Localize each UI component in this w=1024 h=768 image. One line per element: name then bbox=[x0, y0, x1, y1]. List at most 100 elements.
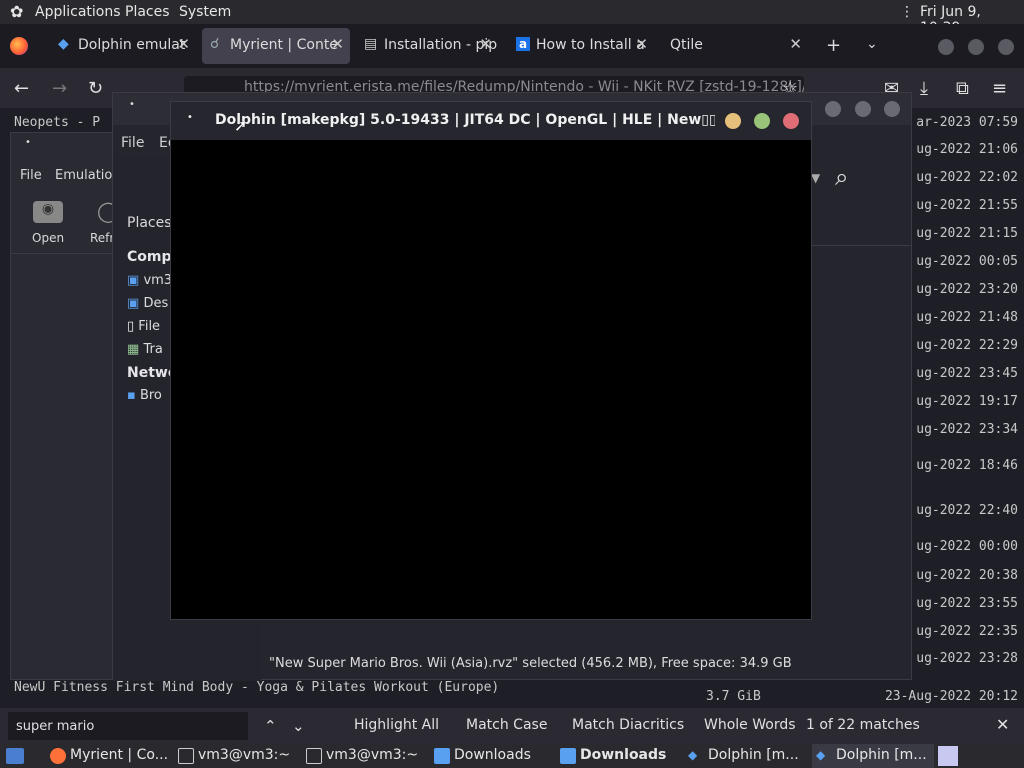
back-arrow-icon[interactable]: ← bbox=[14, 78, 29, 99]
terminal-icon bbox=[306, 748, 322, 764]
search-icon[interactable]: ⌕ bbox=[835, 163, 875, 197]
maximize-button[interactable] bbox=[754, 113, 770, 129]
minimize-button[interactable] bbox=[825, 101, 841, 117]
applications-menu[interactable]: Applications bbox=[35, 4, 121, 20]
close-find-bar-icon[interactable]: ✕ bbox=[996, 715, 1009, 734]
tab-installation[interactable]: ▤ Installation - pip ✕ bbox=[356, 28, 498, 64]
taskbar: Myrient | Co... vm3@vm3:~ vm3@vm3:~ Down… bbox=[0, 744, 1024, 768]
close-icon[interactable]: ✕ bbox=[331, 35, 344, 53]
row-date: ug-2022 18:46 bbox=[916, 458, 1018, 473]
find-next-chevron-down-icon[interactable]: ⌄ bbox=[292, 717, 305, 735]
open-button[interactable]: Open bbox=[32, 231, 64, 245]
row-date: ug-2022 22:40 bbox=[916, 503, 1018, 518]
row-date: ug-2022 22:29 bbox=[916, 338, 1018, 353]
window-menu-dot[interactable]: • bbox=[129, 99, 135, 110]
show-desktop-icon[interactable] bbox=[6, 748, 24, 764]
firefox-icon[interactable] bbox=[10, 37, 28, 55]
sidebar-item-browse-network[interactable]: ▪ Bro bbox=[127, 388, 162, 403]
close-icon[interactable]: ✕ bbox=[177, 35, 190, 53]
row-date: ug-2022 00:05 bbox=[916, 254, 1018, 269]
places-menu[interactable]: Places bbox=[125, 4, 170, 20]
sidebar-item-trash[interactable]: ▦ Tra bbox=[127, 342, 163, 357]
highlight-all-checkbox[interactable]: Highlight All bbox=[354, 717, 439, 733]
row-date: ug-2022 22:35 bbox=[916, 624, 1018, 639]
match-case-checkbox[interactable]: Match Case bbox=[466, 717, 547, 733]
close-window-button[interactable] bbox=[783, 113, 799, 129]
new-tab-icon[interactable]: + bbox=[826, 35, 841, 56]
row-date: ug-2022 23:20 bbox=[916, 282, 1018, 297]
tab-myrient[interactable]: ☌ Myrient | Conte ✕ bbox=[202, 28, 350, 64]
system-menu[interactable]: System bbox=[179, 4, 231, 20]
reload-icon[interactable]: ↻ bbox=[88, 78, 103, 99]
minimize-button[interactable] bbox=[938, 39, 954, 55]
window-title: Dolphin [makepkg] 5.0-19433 | JIT64 DC |… bbox=[215, 112, 715, 128]
taskbar-item-terminal-1[interactable]: vm3@vm3:~ bbox=[174, 744, 290, 768]
drive-icon: ▯ bbox=[127, 319, 135, 334]
taskbar-item-downloads-1[interactable]: Downloads bbox=[430, 744, 531, 768]
close-icon[interactable]: ✕ bbox=[479, 35, 492, 53]
panel-menu-icon[interactable]: ⋮ bbox=[900, 4, 914, 20]
tab-dolphin[interactable]: ◆ Dolphin emulat ✕ bbox=[50, 28, 196, 64]
close-icon[interactable]: ✕ bbox=[789, 35, 802, 53]
find-previous-chevron-up-icon[interactable]: ⌃ bbox=[264, 717, 277, 735]
downloads-icon[interactable]: ⤓ bbox=[920, 78, 928, 99]
gnome-foot-icon[interactable]: ✿ bbox=[10, 2, 23, 21]
row-date: ug-2022 23:28 bbox=[916, 651, 1018, 666]
extensions-icon[interactable]: ⧉ bbox=[956, 78, 969, 99]
close-window-button[interactable] bbox=[884, 101, 900, 117]
taskbar-item-downloads-2[interactable]: Downloads bbox=[556, 744, 666, 768]
taskbar-item-terminal-2[interactable]: vm3@vm3:~ bbox=[302, 744, 418, 768]
sidebar-item-desktop[interactable]: ▣ Des bbox=[127, 296, 168, 311]
menu-file[interactable]: File bbox=[121, 135, 144, 151]
sidebar-item-home[interactable]: ▣ vm3 bbox=[127, 273, 172, 288]
menu-file[interactable]: File bbox=[20, 168, 42, 183]
dolphin-render-window[interactable]: • Dolphin [makepkg] 5.0-19433 | JIT64 DC… bbox=[170, 101, 812, 620]
docs-favicon-icon: ▤ bbox=[364, 36, 378, 52]
top-panel: ✿ Applications Places System ⋮ Fri Jun 9… bbox=[0, 0, 1024, 36]
close-icon[interactable]: ✕ bbox=[635, 35, 648, 53]
tab-list-chevron-down-icon[interactable]: ⌄ bbox=[866, 36, 878, 52]
row-date: ug-2022 23:55 bbox=[916, 596, 1018, 611]
close-window-button[interactable] bbox=[998, 39, 1014, 55]
article-favicon-icon: a bbox=[516, 37, 530, 51]
maximize-button[interactable] bbox=[968, 39, 984, 55]
row-date: ug-2022 20:38 bbox=[916, 568, 1018, 583]
places-title: Places bbox=[127, 215, 172, 231]
minimize-button[interactable] bbox=[725, 113, 741, 129]
forward-arrow-icon[interactable]: → bbox=[52, 78, 67, 99]
maximize-button[interactable] bbox=[855, 101, 871, 117]
refresh-button[interactable]: Refr bbox=[90, 231, 114, 245]
window-menu-dot[interactable]: • bbox=[187, 112, 193, 123]
status-bar: "New Super Mario Bros. Wii (Asia).rvz" s… bbox=[261, 651, 911, 679]
tab-qtile[interactable]: Qtile ✕ bbox=[662, 28, 808, 64]
divider bbox=[11, 253, 113, 254]
find-bar: ⌃ ⌄ Highlight All Match Case Match Diacr… bbox=[0, 708, 1024, 744]
open-icon[interactable]: ◉ bbox=[33, 201, 63, 223]
firefox-icon bbox=[50, 748, 66, 764]
app-menu-icon[interactable]: ≡ bbox=[992, 78, 1007, 99]
row-date: ug-2022 21:55 bbox=[916, 198, 1018, 213]
row-date: ug-2022 21:15 bbox=[916, 226, 1018, 241]
dolphin-icon: ◆ bbox=[816, 748, 826, 762]
match-diacritics-checkbox[interactable]: Match Diacritics bbox=[572, 717, 684, 733]
taskbar-item-firefox[interactable]: Myrient | Co... bbox=[46, 744, 168, 768]
menu-emulation[interactable]: Emulatio bbox=[55, 168, 112, 183]
dolphin-main-window[interactable]: • File Emulatio ◉ Open ◯ Refr bbox=[10, 132, 119, 680]
dolphin-icon: ◆ bbox=[688, 748, 698, 762]
taskbar-item-dolphin-1[interactable]: ◆ Dolphin [m... bbox=[684, 744, 799, 768]
game-viewport[interactable] bbox=[171, 140, 811, 619]
desktop-folder-icon: ▣ bbox=[127, 296, 140, 311]
render-titlebar[interactable]: • Dolphin [makepkg] 5.0-19433 | JIT64 DC… bbox=[171, 102, 811, 140]
find-input[interactable] bbox=[8, 712, 248, 740]
row-date: ug-2022 23:34 bbox=[916, 422, 1018, 437]
row-date: ug-2022 00:00 bbox=[916, 539, 1018, 554]
folder-icon bbox=[560, 748, 576, 764]
workspace-switcher[interactable] bbox=[938, 746, 958, 766]
dropdown-chevron-down-icon[interactable]: ▼ bbox=[811, 171, 820, 185]
tab-how-to-install[interactable]: a How to Install a ✕ bbox=[508, 28, 654, 64]
taskbar-item-dolphin-2[interactable]: ◆ Dolphin [m... bbox=[812, 744, 934, 768]
sidebar-item-filesystem[interactable]: ▯ File bbox=[127, 319, 160, 334]
window-menu-dot[interactable]: • bbox=[25, 137, 31, 148]
folder-icon bbox=[434, 748, 450, 764]
whole-words-checkbox[interactable]: Whole Words bbox=[704, 717, 796, 733]
